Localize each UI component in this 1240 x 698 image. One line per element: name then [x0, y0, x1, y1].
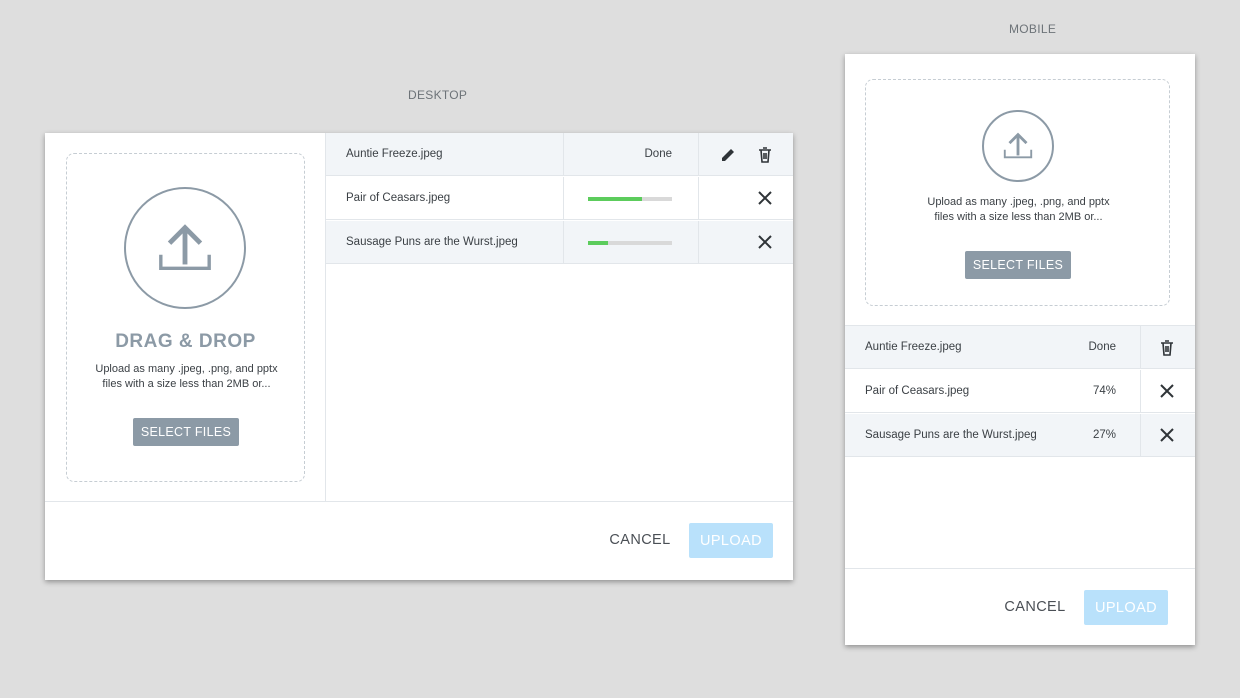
file-name: Sausage Puns are the Wurst.jpeg: [346, 236, 518, 248]
file-row: Sausage Puns are the Wurst.jpeg: [326, 221, 793, 264]
column-divider: [563, 177, 564, 219]
column-divider: [698, 177, 699, 219]
drop-instructions: Upload as many .jpeg, .png, and pptx fil…: [67, 362, 306, 392]
select-files-button[interactable]: SELECT FILES: [133, 418, 239, 446]
upload-arrow-icon: [1003, 132, 1033, 159]
file-name: Pair of Ceasars.jpeg: [346, 192, 451, 204]
drop-instructions-line-2: files with a size less than 2MB or...: [102, 378, 271, 390]
file-name: Pair of Ceasars.jpeg: [865, 385, 970, 397]
select-files-button[interactable]: SELECT FILES: [965, 251, 1071, 279]
upload-button[interactable]: UPLOAD: [1084, 590, 1168, 625]
drop-instructions: Upload as many .jpeg, .png, and pptx fil…: [866, 195, 1171, 225]
file-list: Auntie Freeze.jpeg Done Pair of Ceasars.…: [326, 133, 793, 265]
desktop-caption: DESKTOP: [408, 88, 468, 102]
close-icon[interactable]: [1158, 382, 1176, 400]
column-divider: [698, 133, 699, 175]
drop-instructions-line-1: Upload as many .jpeg, .png, and pptx: [95, 363, 278, 375]
upload-progress-fill: [588, 197, 642, 201]
desktop-upload-dialog: DRAG & DROP Upload as many .jpeg, .png, …: [45, 133, 793, 580]
trash-icon[interactable]: [1158, 339, 1176, 357]
file-name: Auntie Freeze.jpeg: [865, 341, 962, 353]
close-icon[interactable]: [756, 189, 774, 207]
upload-circle: [982, 110, 1054, 182]
column-divider: [563, 133, 564, 175]
cancel-button[interactable]: CANCEL: [1000, 590, 1070, 624]
upload-progress-bar: [588, 241, 672, 245]
column-divider: [563, 221, 564, 263]
upload-arrow-icon: [159, 224, 211, 271]
close-icon[interactable]: [756, 233, 774, 251]
drag-drop-title: DRAG & DROP: [115, 331, 256, 352]
upload-circle: [124, 187, 246, 309]
close-icon[interactable]: [1158, 426, 1176, 444]
file-row: Auntie Freeze.jpeg Done: [326, 133, 793, 176]
footer-divider: [45, 501, 793, 502]
file-list: Auntie Freeze.jpeg Done Pair of Ceasars.…: [845, 325, 1195, 457]
column-divider: [1140, 414, 1141, 456]
column-divider: [1140, 370, 1141, 412]
trash-icon[interactable]: [756, 146, 774, 164]
drop-instructions-line-2: files with a size less than 2MB or...: [934, 211, 1103, 223]
file-row: Sausage Puns are the Wurst.jpeg 27%: [845, 414, 1195, 457]
file-name: Sausage Puns are the Wurst.jpeg: [865, 429, 1037, 441]
file-row: Pair of Ceasars.jpeg: [326, 177, 793, 220]
file-name: Auntie Freeze.jpeg: [346, 148, 443, 160]
drop-instructions-line-1: Upload as many .jpeg, .png, and pptx: [927, 196, 1110, 208]
pencil-icon[interactable]: [719, 146, 737, 164]
upload-progress-bar: [588, 197, 672, 201]
file-row: Pair of Ceasars.jpeg 74%: [845, 370, 1195, 413]
column-divider: [698, 221, 699, 263]
file-status: 27%: [1092, 429, 1116, 441]
file-row: Auntie Freeze.jpeg Done: [845, 326, 1195, 369]
footer-divider: [845, 568, 1195, 569]
drop-panel: DRAG & DROP Upload as many .jpeg, .png, …: [45, 133, 326, 501]
drop-zone[interactable]: Upload as many .jpeg, .png, and pptx fil…: [865, 79, 1170, 306]
upload-progress-fill: [588, 241, 609, 245]
upload-button[interactable]: UPLOAD: [689, 523, 773, 558]
column-divider: [1140, 326, 1141, 368]
file-status: 74%: [1092, 385, 1116, 397]
file-status: Done: [1088, 341, 1117, 353]
file-status: Done: [644, 148, 673, 160]
mobile-upload-dialog: Upload as many .jpeg, .png, and pptx fil…: [845, 54, 1195, 645]
cancel-button[interactable]: CANCEL: [605, 523, 675, 557]
drop-zone[interactable]: DRAG & DROP Upload as many .jpeg, .png, …: [66, 153, 305, 482]
mobile-caption: MOBILE: [1009, 22, 1057, 36]
